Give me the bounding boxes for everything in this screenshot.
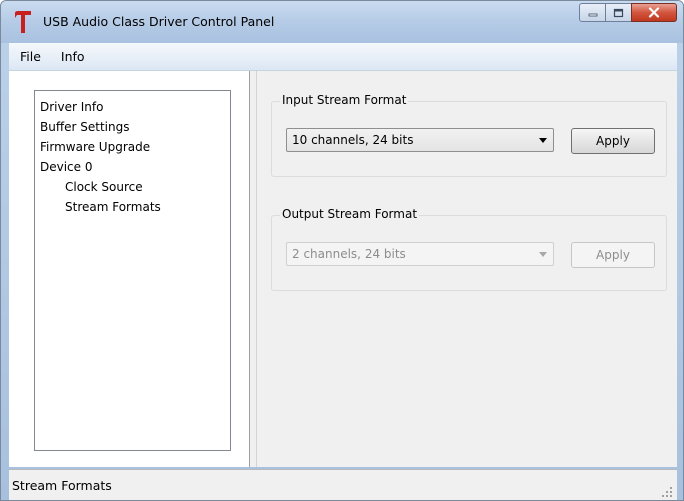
tree-item-driver-info[interactable]: Driver Info <box>35 97 230 117</box>
input-stream-group: Input Stream Format 10 channels, 24 bits… <box>271 93 667 177</box>
output-stream-select[interactable]: 2 channels, 24 bits <box>286 242 554 266</box>
menu-bar: File Info <box>9 43 677 71</box>
minimize-icon <box>588 13 597 16</box>
maximize-icon <box>613 8 624 17</box>
input-apply-button[interactable]: Apply <box>571 128 655 154</box>
app-logo-icon <box>15 11 31 33</box>
output-stream-label: Output Stream Format <box>280 207 420 221</box>
window-controls <box>579 3 677 22</box>
client-area: Driver Info Buffer Settings Firmware Upg… <box>9 71 677 467</box>
tree-item-stream-formats[interactable]: Stream Formats <box>35 197 230 217</box>
menu-info[interactable]: Info <box>52 49 94 64</box>
tree-item-device-0[interactable]: Device 0 <box>35 157 230 177</box>
close-icon <box>648 7 660 18</box>
stream-formats-pane: Input Stream Format 10 channels, 24 bits… <box>257 71 677 467</box>
navigation-tree[interactable]: Driver Info Buffer Settings Firmware Upg… <box>34 90 231 451</box>
tree-item-firmware-upgrade[interactable]: Firmware Upgrade <box>35 137 230 157</box>
tree-item-buffer-settings[interactable]: Buffer Settings <box>35 117 230 137</box>
close-button[interactable] <box>631 3 677 22</box>
input-stream-label: Input Stream Format <box>280 93 409 107</box>
chevron-down-icon <box>539 252 547 257</box>
window-title: USB Audio Class Driver Control Panel <box>43 14 275 29</box>
input-stream-value: 10 channels, 24 bits <box>292 133 414 147</box>
input-stream-select[interactable]: 10 channels, 24 bits <box>286 128 554 152</box>
chevron-down-icon <box>539 138 547 143</box>
status-bar: Stream Formats <box>9 469 677 500</box>
title-bar[interactable]: USB Audio Class Driver Control Panel <box>1 1 683 43</box>
tree-item-clock-source[interactable]: Clock Source <box>35 177 230 197</box>
output-stream-group: Output Stream Format 2 channels, 24 bits… <box>271 207 667 291</box>
minimize-button[interactable] <box>579 3 606 22</box>
status-text: Stream Formats <box>12 478 112 493</box>
output-apply-button[interactable]: Apply <box>571 242 655 268</box>
maximize-button[interactable] <box>605 3 632 22</box>
output-stream-value: 2 channels, 24 bits <box>292 247 406 261</box>
resize-grip-icon[interactable] <box>661 486 673 498</box>
main-window: USB Audio Class Driver Control Panel Fil… <box>0 0 684 501</box>
menu-file[interactable]: File <box>11 49 50 64</box>
pane-splitter[interactable] <box>249 71 257 467</box>
